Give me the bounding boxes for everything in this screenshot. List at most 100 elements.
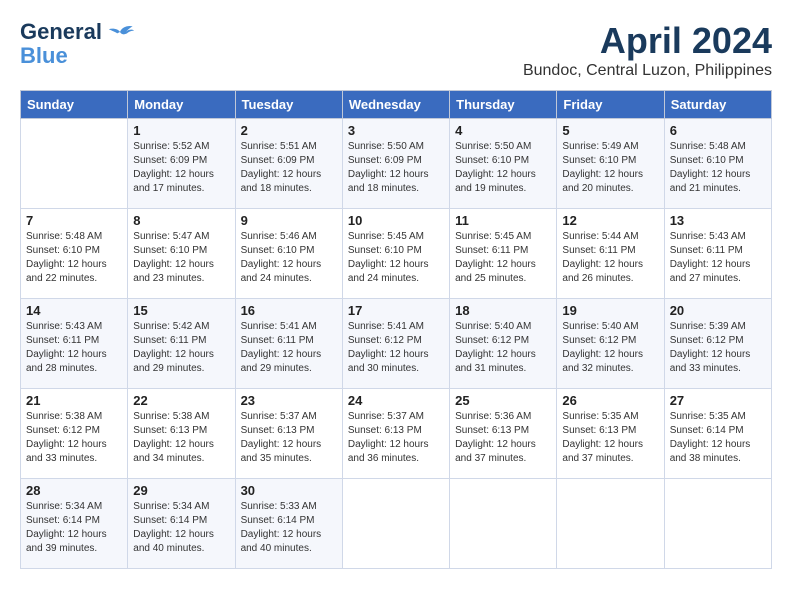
calendar-header-row: SundayMondayTuesdayWednesdayThursdayFrid… [21,91,772,119]
day-info: Sunrise: 5:47 AM Sunset: 6:10 PM Dayligh… [133,230,229,286]
calendar-cell: 26 Sunrise: 5:35 AM Sunset: 6:13 PM Dayli… [557,389,664,479]
page-title: April 2024 [523,20,772,62]
day-number: 18 [455,303,551,318]
day-info: Sunrise: 5:37 AM Sunset: 6:13 PM Dayligh… [348,410,444,466]
week-row-5: 28 Sunrise: 5:34 AM Sunset: 6:14 PM Dayli… [21,479,772,569]
day-info: Sunrise: 5:34 AM Sunset: 6:14 PM Dayligh… [26,500,122,556]
calendar-cell: 14Sunrise: 5:43 AM Sunset: 6:11 PM Dayli… [21,299,128,389]
day-info: Sunrise: 5:45 AM Sunset: 6:10 PM Dayligh… [348,230,444,286]
title-block: April 2024 Bundoc, Central Luzon, Philip… [523,20,772,80]
day-info: Sunrise: 5:35 AM Sunset: 6:13 PM Dayligh… [562,410,658,466]
page-subtitle: Bundoc, Central Luzon, Philippines [523,62,772,80]
calendar-cell: 18 Sunrise: 5:40 AM Sunset: 6:12 PM Dayli… [450,299,557,389]
calendar-cell: 2 Sunrise: 5:51 AM Sunset: 6:09 PM Daylig… [235,119,342,209]
day-info: Sunrise: 5:40 AM Sunset: 6:12 PM Dayligh… [562,320,658,376]
calendar-cell: 8 Sunrise: 5:47 AM Sunset: 6:10 PM Daylig… [128,209,235,299]
header-sunday: Sunday [21,91,128,119]
day-number: 22 [133,393,229,408]
day-info: Sunrise: 5:46 AM Sunset: 6:10 PM Dayligh… [241,230,337,286]
day-number: 17 [348,303,444,318]
calendar-cell [557,479,664,569]
calendar-cell: 23 Sunrise: 5:37 AM Sunset: 6:13 PM Dayli… [235,389,342,479]
calendar-cell [342,479,449,569]
calendar-cell: 5 Sunrise: 5:49 AM Sunset: 6:10 PM Daylig… [557,119,664,209]
day-number: 5 [562,123,658,138]
header-wednesday: Wednesday [342,91,449,119]
day-info: Sunrise: 5:48 AM Sunset: 6:10 PM Dayligh… [26,230,122,286]
calendar-cell: 16 Sunrise: 5:41 AM Sunset: 6:11 PM Dayli… [235,299,342,389]
day-info: Sunrise: 5:41 AM Sunset: 6:11 PM Dayligh… [241,320,337,376]
day-info: Sunrise: 5:50 AM Sunset: 6:10 PM Dayligh… [455,140,551,196]
calendar-cell: 11 Sunrise: 5:45 AM Sunset: 6:11 PM Dayli… [450,209,557,299]
day-number: 28 [26,483,122,498]
day-number: 4 [455,123,551,138]
calendar-cell: 20Sunrise: 5:39 AM Sunset: 6:12 PM Dayli… [664,299,771,389]
calendar-cell: 15Sunrise: 5:42 AM Sunset: 6:11 PM Dayli… [128,299,235,389]
day-info: Sunrise: 5:38 AM Sunset: 6:13 PM Dayligh… [133,410,229,466]
week-row-1: 1 Sunrise: 5:52 AM Sunset: 6:09 PM Daylig… [21,119,772,209]
calendar-cell: 9 Sunrise: 5:46 AM Sunset: 6:10 PM Daylig… [235,209,342,299]
calendar-cell: 12Sunrise: 5:44 AM Sunset: 6:11 PM Dayli… [557,209,664,299]
calendar-cell: 21 Sunrise: 5:38 AM Sunset: 6:12 PM Dayli… [21,389,128,479]
calendar-cell: 3Sunrise: 5:50 AM Sunset: 6:09 PM Daylig… [342,119,449,209]
day-number: 9 [241,213,337,228]
day-number: 26 [562,393,658,408]
day-info: Sunrise: 5:51 AM Sunset: 6:09 PM Dayligh… [241,140,337,196]
calendar-cell: 24 Sunrise: 5:37 AM Sunset: 6:13 PM Dayli… [342,389,449,479]
day-info: Sunrise: 5:40 AM Sunset: 6:12 PM Dayligh… [455,320,551,376]
logo-text-blue: Blue [20,44,68,68]
header-thursday: Thursday [450,91,557,119]
day-info: Sunrise: 5:39 AM Sunset: 6:12 PM Dayligh… [670,320,766,376]
header-friday: Friday [557,91,664,119]
day-number: 16 [241,303,337,318]
day-number: 12 [562,213,658,228]
calendar-cell: 7 Sunrise: 5:48 AM Sunset: 6:10 PM Daylig… [21,209,128,299]
day-number: 21 [26,393,122,408]
calendar-cell: 22 Sunrise: 5:38 AM Sunset: 6:13 PM Dayli… [128,389,235,479]
day-info: Sunrise: 5:33 AM Sunset: 6:14 PM Dayligh… [241,500,337,556]
day-info: Sunrise: 5:34 AM Sunset: 6:14 PM Dayligh… [133,500,229,556]
day-number: 10 [348,213,444,228]
day-number: 30 [241,483,337,498]
day-info: Sunrise: 5:36 AM Sunset: 6:13 PM Dayligh… [455,410,551,466]
day-number: 8 [133,213,229,228]
day-number: 29 [133,483,229,498]
day-number: 6 [670,123,766,138]
calendar-cell: 29 Sunrise: 5:34 AM Sunset: 6:14 PM Dayli… [128,479,235,569]
calendar-cell [21,119,128,209]
calendar-cell [664,479,771,569]
day-number: 23 [241,393,337,408]
day-number: 19 [562,303,658,318]
calendar-cell: 1 Sunrise: 5:52 AM Sunset: 6:09 PM Daylig… [128,119,235,209]
calendar-cell: 13 Sunrise: 5:43 AM Sunset: 6:11 PM Dayli… [664,209,771,299]
calendar-cell: 4 Sunrise: 5:50 AM Sunset: 6:10 PM Daylig… [450,119,557,209]
day-number: 14 [26,303,122,318]
day-number: 24 [348,393,444,408]
day-info: Sunrise: 5:49 AM Sunset: 6:10 PM Dayligh… [562,140,658,196]
logo-text-general: General [20,20,102,44]
page-header: General Blue April 2024 Bundoc, Central … [20,20,772,80]
day-info: Sunrise: 5:38 AM Sunset: 6:12 PM Dayligh… [26,410,122,466]
logo: General Blue [20,20,134,68]
day-number: 11 [455,213,551,228]
week-row-2: 7 Sunrise: 5:48 AM Sunset: 6:10 PM Daylig… [21,209,772,299]
day-number: 2 [241,123,337,138]
calendar-table: SundayMondayTuesdayWednesdayThursdayFrid… [20,90,772,569]
calendar-cell [450,479,557,569]
day-info: Sunrise: 5:45 AM Sunset: 6:11 PM Dayligh… [455,230,551,286]
day-number: 25 [455,393,551,408]
header-tuesday: Tuesday [235,91,342,119]
day-number: 1 [133,123,229,138]
day-info: Sunrise: 5:52 AM Sunset: 6:09 PM Dayligh… [133,140,229,196]
logo-bird-icon [106,22,134,42]
day-number: 7 [26,213,122,228]
day-number: 27 [670,393,766,408]
calendar-cell: 25 Sunrise: 5:36 AM Sunset: 6:13 PM Dayli… [450,389,557,479]
calendar-cell: 19 Sunrise: 5:40 AM Sunset: 6:12 PM Dayli… [557,299,664,389]
day-info: Sunrise: 5:37 AM Sunset: 6:13 PM Dayligh… [241,410,337,466]
day-info: Sunrise: 5:43 AM Sunset: 6:11 PM Dayligh… [670,230,766,286]
day-number: 3 [348,123,444,138]
calendar-cell: 30 Sunrise: 5:33 AM Sunset: 6:14 PM Dayli… [235,479,342,569]
day-number: 15 [133,303,229,318]
day-number: 13 [670,213,766,228]
